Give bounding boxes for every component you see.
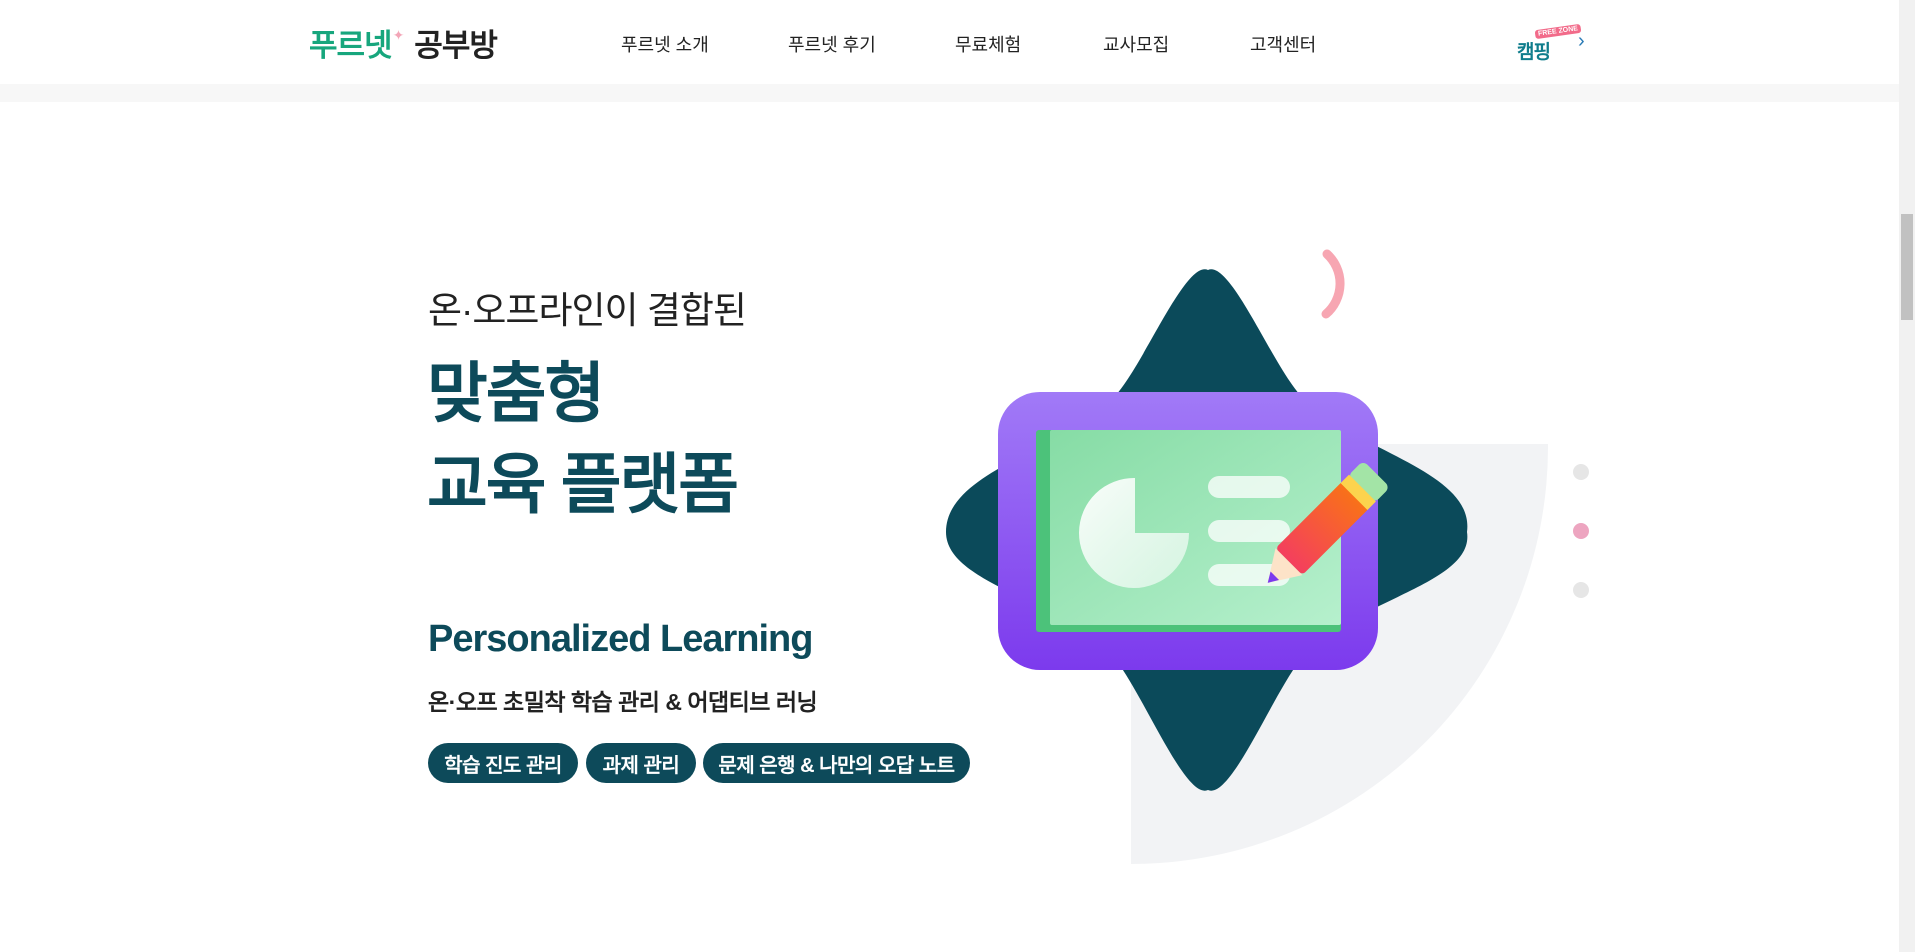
hero-title-line1: 맞춤형 (427, 356, 605, 430)
nav-item-customer-center[interactable]: 고객센터 (1250, 31, 1316, 57)
nav-item-free-trial[interactable]: 무료체험 (955, 31, 1021, 57)
camping-badge-word: 캠핑 (1517, 42, 1551, 63)
hero-title: 맞춤형 교육 플랫폼 (427, 348, 739, 530)
slider-dot-1[interactable] (1573, 464, 1589, 480)
english-title: Personalized Learning (428, 618, 813, 660)
hero-title-line2: 교육 플랫폼 (427, 447, 739, 521)
camping-badge[interactable]: FREE ZONE 캠핑 (1517, 23, 1582, 63)
decorative-arc (1321, 249, 1345, 319)
hero-subtitle: 온·오프 초밀착 학습 관리 & 어댑티브 러닝 (428, 689, 818, 715)
scrollbar-thumb[interactable] (1901, 214, 1913, 320)
site-header: 푸르넷 ✦ 공부방 푸르넷 소개 푸르넷 후기 무료체험 교사모집 고객센터 F… (0, 0, 1899, 84)
list-bar-2 (1208, 520, 1290, 542)
slider-dot-2-active[interactable] (1573, 523, 1589, 539)
header-divider-band (0, 84, 1899, 102)
tag-assignment-management: 과제 관리 (586, 743, 696, 783)
slider-dot-3[interactable] (1573, 582, 1589, 598)
tag-progress-management: 학습 진도 관리 (428, 743, 578, 783)
board-illustration-svg (946, 249, 1549, 864)
sparkle-icon: ✦ (392, 26, 405, 43)
nav-item-reviews[interactable]: 푸르넷 후기 (788, 31, 876, 57)
logo[interactable]: 푸르넷 ✦ 공부방 (309, 22, 498, 63)
nav-item-about[interactable]: 푸르넷 소개 (621, 31, 709, 57)
hero-illustration (930, 240, 1570, 880)
chevron-right-icon[interactable]: › (1578, 30, 1585, 53)
logo-brand-text: 푸르넷 (309, 27, 393, 63)
hero-eyebrow: 온·오프라인이 결합된 (428, 290, 747, 331)
list-bar-1 (1208, 476, 1290, 498)
page-scrollbar[interactable] (1899, 0, 1915, 952)
logo-sub-text: 공부방 (414, 27, 498, 63)
nav-item-teacher-recruit[interactable]: 교사모집 (1103, 31, 1169, 57)
